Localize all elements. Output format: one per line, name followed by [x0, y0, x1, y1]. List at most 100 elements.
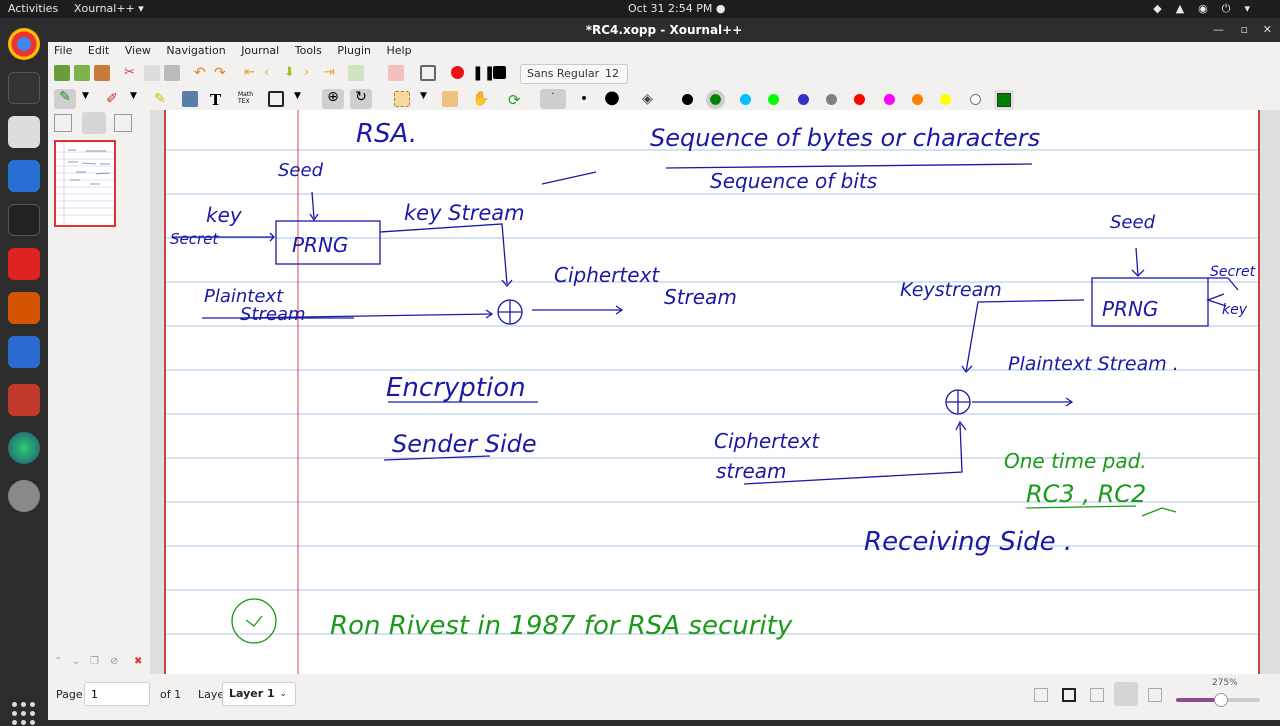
color-swatch[interactable]	[884, 94, 895, 105]
previous-page-icon[interactable]: ‹	[264, 65, 280, 81]
copy-icon[interactable]	[144, 65, 160, 81]
color-swatch[interactable]	[682, 94, 693, 105]
eraser-icon[interactable]: ✐	[106, 91, 122, 107]
cut-icon[interactable]: ✂	[124, 65, 140, 81]
disc-icon[interactable]	[8, 480, 40, 512]
stop-icon[interactable]	[493, 66, 506, 79]
delete-page-icon[interactable]	[388, 65, 404, 81]
hand-icon[interactable]: ✋	[472, 91, 489, 107]
zoom-page-icon[interactable]	[1148, 688, 1162, 702]
menu-help[interactable]: Help	[381, 42, 418, 57]
text-editor-icon[interactable]	[8, 160, 40, 192]
menu-file[interactable]: File	[48, 42, 78, 57]
text-tool-icon[interactable]: T	[210, 91, 226, 109]
layout-pair-icon[interactable]	[1090, 688, 1104, 702]
shape-icon[interactable]	[268, 91, 284, 107]
menu-tools[interactable]: Tools	[289, 42, 328, 57]
activities-button[interactable]: Activities	[8, 2, 58, 15]
undo-icon[interactable]: ↶	[194, 65, 210, 81]
system-monitor-icon[interactable]	[8, 72, 40, 104]
color-swatch[interactable]	[854, 94, 865, 105]
show-apps-icon[interactable]	[12, 702, 36, 726]
app-menu[interactable]: Xournal++ ▾	[74, 2, 144, 15]
globe-icon[interactable]	[8, 432, 40, 464]
maximize-icon[interactable]: ▫	[1241, 18, 1248, 42]
page-thumbnail[interactable]	[54, 140, 116, 227]
eraser-dropdown-icon[interactable]: ▼	[130, 91, 146, 107]
ruler-snap-icon[interactable]: ⊕	[322, 89, 344, 109]
zoom-slider[interactable]	[1176, 693, 1260, 707]
menu-view[interactable]: View	[119, 42, 157, 57]
shape-recognizer-icon[interactable]: ↻	[350, 89, 372, 109]
files-icon[interactable]	[8, 116, 40, 148]
save-icon[interactable]	[54, 65, 70, 81]
select-dropdown-icon[interactable]: ▼	[420, 91, 436, 107]
page-drawing[interactable]: RSA. Sequence of bytes or characters Seque…	[166, 110, 1258, 674]
math-tex-icon[interactable]: Math TEX	[238, 91, 254, 107]
page-number-input[interactable]	[84, 682, 150, 706]
close-icon[interactable]: ✕	[1263, 18, 1272, 42]
color-swatch[interactable]	[798, 94, 809, 105]
goto-page-icon[interactable]: ⬇	[284, 65, 300, 81]
fullscreen-icon[interactable]	[420, 65, 436, 81]
minimize-icon[interactable]: —	[1213, 18, 1224, 42]
pen-icon[interactable]: ✎	[54, 89, 76, 109]
color-swatch[interactable]	[912, 94, 923, 105]
font-selector[interactable]: Sans Regular 12	[520, 64, 628, 84]
insert-page-icon[interactable]	[348, 65, 364, 81]
clock[interactable]: Oct 31 2:54 PM ●	[628, 2, 725, 15]
system-tray[interactable]: ◆▲◉⏻▾	[1153, 2, 1264, 16]
image-icon[interactable]	[182, 91, 198, 107]
notebook-page[interactable]: RSA. Sequence of bytes or characters Seque…	[164, 110, 1260, 674]
color-swatch[interactable]	[740, 94, 751, 105]
last-page-icon[interactable]: ⇥	[324, 65, 340, 81]
current-color-swatch[interactable]	[994, 90, 1014, 110]
terminal-icon[interactable]	[8, 204, 40, 236]
shape-dropdown-icon[interactable]: ▼	[294, 91, 310, 107]
close-sidebar-icon[interactable]: ✖	[134, 656, 142, 667]
open-icon[interactable]	[94, 65, 110, 81]
tab-pages-icon[interactable]	[82, 112, 106, 134]
zoom-slider-handle[interactable]	[1214, 693, 1228, 707]
page-down-icon[interactable]: ⌄	[72, 656, 80, 667]
drawing-canvas[interactable]: RSA. Sequence of bytes or characters Seque…	[150, 110, 1280, 674]
menu-navigation[interactable]: Navigation	[160, 42, 231, 57]
record-icon[interactable]	[451, 66, 464, 79]
paste-icon[interactable]	[164, 65, 180, 81]
chrome-icon[interactable]	[8, 28, 40, 60]
layout-fit-icon[interactable]	[1062, 688, 1076, 702]
vertical-space-icon[interactable]	[442, 91, 458, 107]
color-swatch[interactable]	[826, 94, 837, 105]
new-icon[interactable]	[74, 65, 90, 81]
menu-edit[interactable]: Edit	[82, 42, 115, 57]
tab-layers-icon[interactable]	[114, 114, 132, 132]
next-page-icon[interactable]: ›	[304, 65, 320, 81]
tab-outline-icon[interactable]	[54, 114, 72, 132]
impress-icon[interactable]	[8, 292, 40, 324]
pdf-editor-icon[interactable]	[8, 248, 40, 280]
first-page-icon[interactable]: ⇤	[244, 65, 260, 81]
layer-selector[interactable]: Layer 1 ⌄	[222, 682, 296, 706]
pen-dropdown-icon[interactable]: ▼	[82, 91, 98, 107]
xournal-icon[interactable]	[8, 384, 40, 416]
zoom-fit-icon[interactable]	[1114, 682, 1138, 706]
page-up-icon[interactable]: ⌃	[54, 656, 62, 667]
fill-icon[interactable]: ◈	[642, 91, 658, 107]
select-rect-icon[interactable]	[394, 91, 410, 107]
redo-icon[interactable]: ↷	[214, 65, 230, 81]
color-swatch[interactable]	[706, 90, 725, 109]
layout-single-icon[interactable]	[1034, 688, 1048, 702]
color-swatch[interactable]	[940, 94, 951, 105]
menu-journal[interactable]: Journal	[235, 42, 285, 57]
writer-icon[interactable]	[8, 336, 40, 368]
delete-page-small-icon[interactable]: ⊘	[110, 656, 118, 667]
copy-page-icon[interactable]: ❐	[90, 656, 99, 667]
refresh-icon[interactable]: ⟳	[508, 91, 524, 109]
thin-stroke-icon[interactable]: ·	[540, 89, 566, 109]
menu-plugin[interactable]: Plugin	[331, 42, 377, 57]
medium-stroke-icon[interactable]: •	[576, 91, 592, 107]
color-swatch[interactable]	[970, 94, 981, 105]
thick-stroke-icon[interactable]: ●	[604, 89, 620, 107]
color-swatch[interactable]	[768, 94, 779, 105]
pause-icon[interactable]: ❚❚	[472, 65, 495, 81]
